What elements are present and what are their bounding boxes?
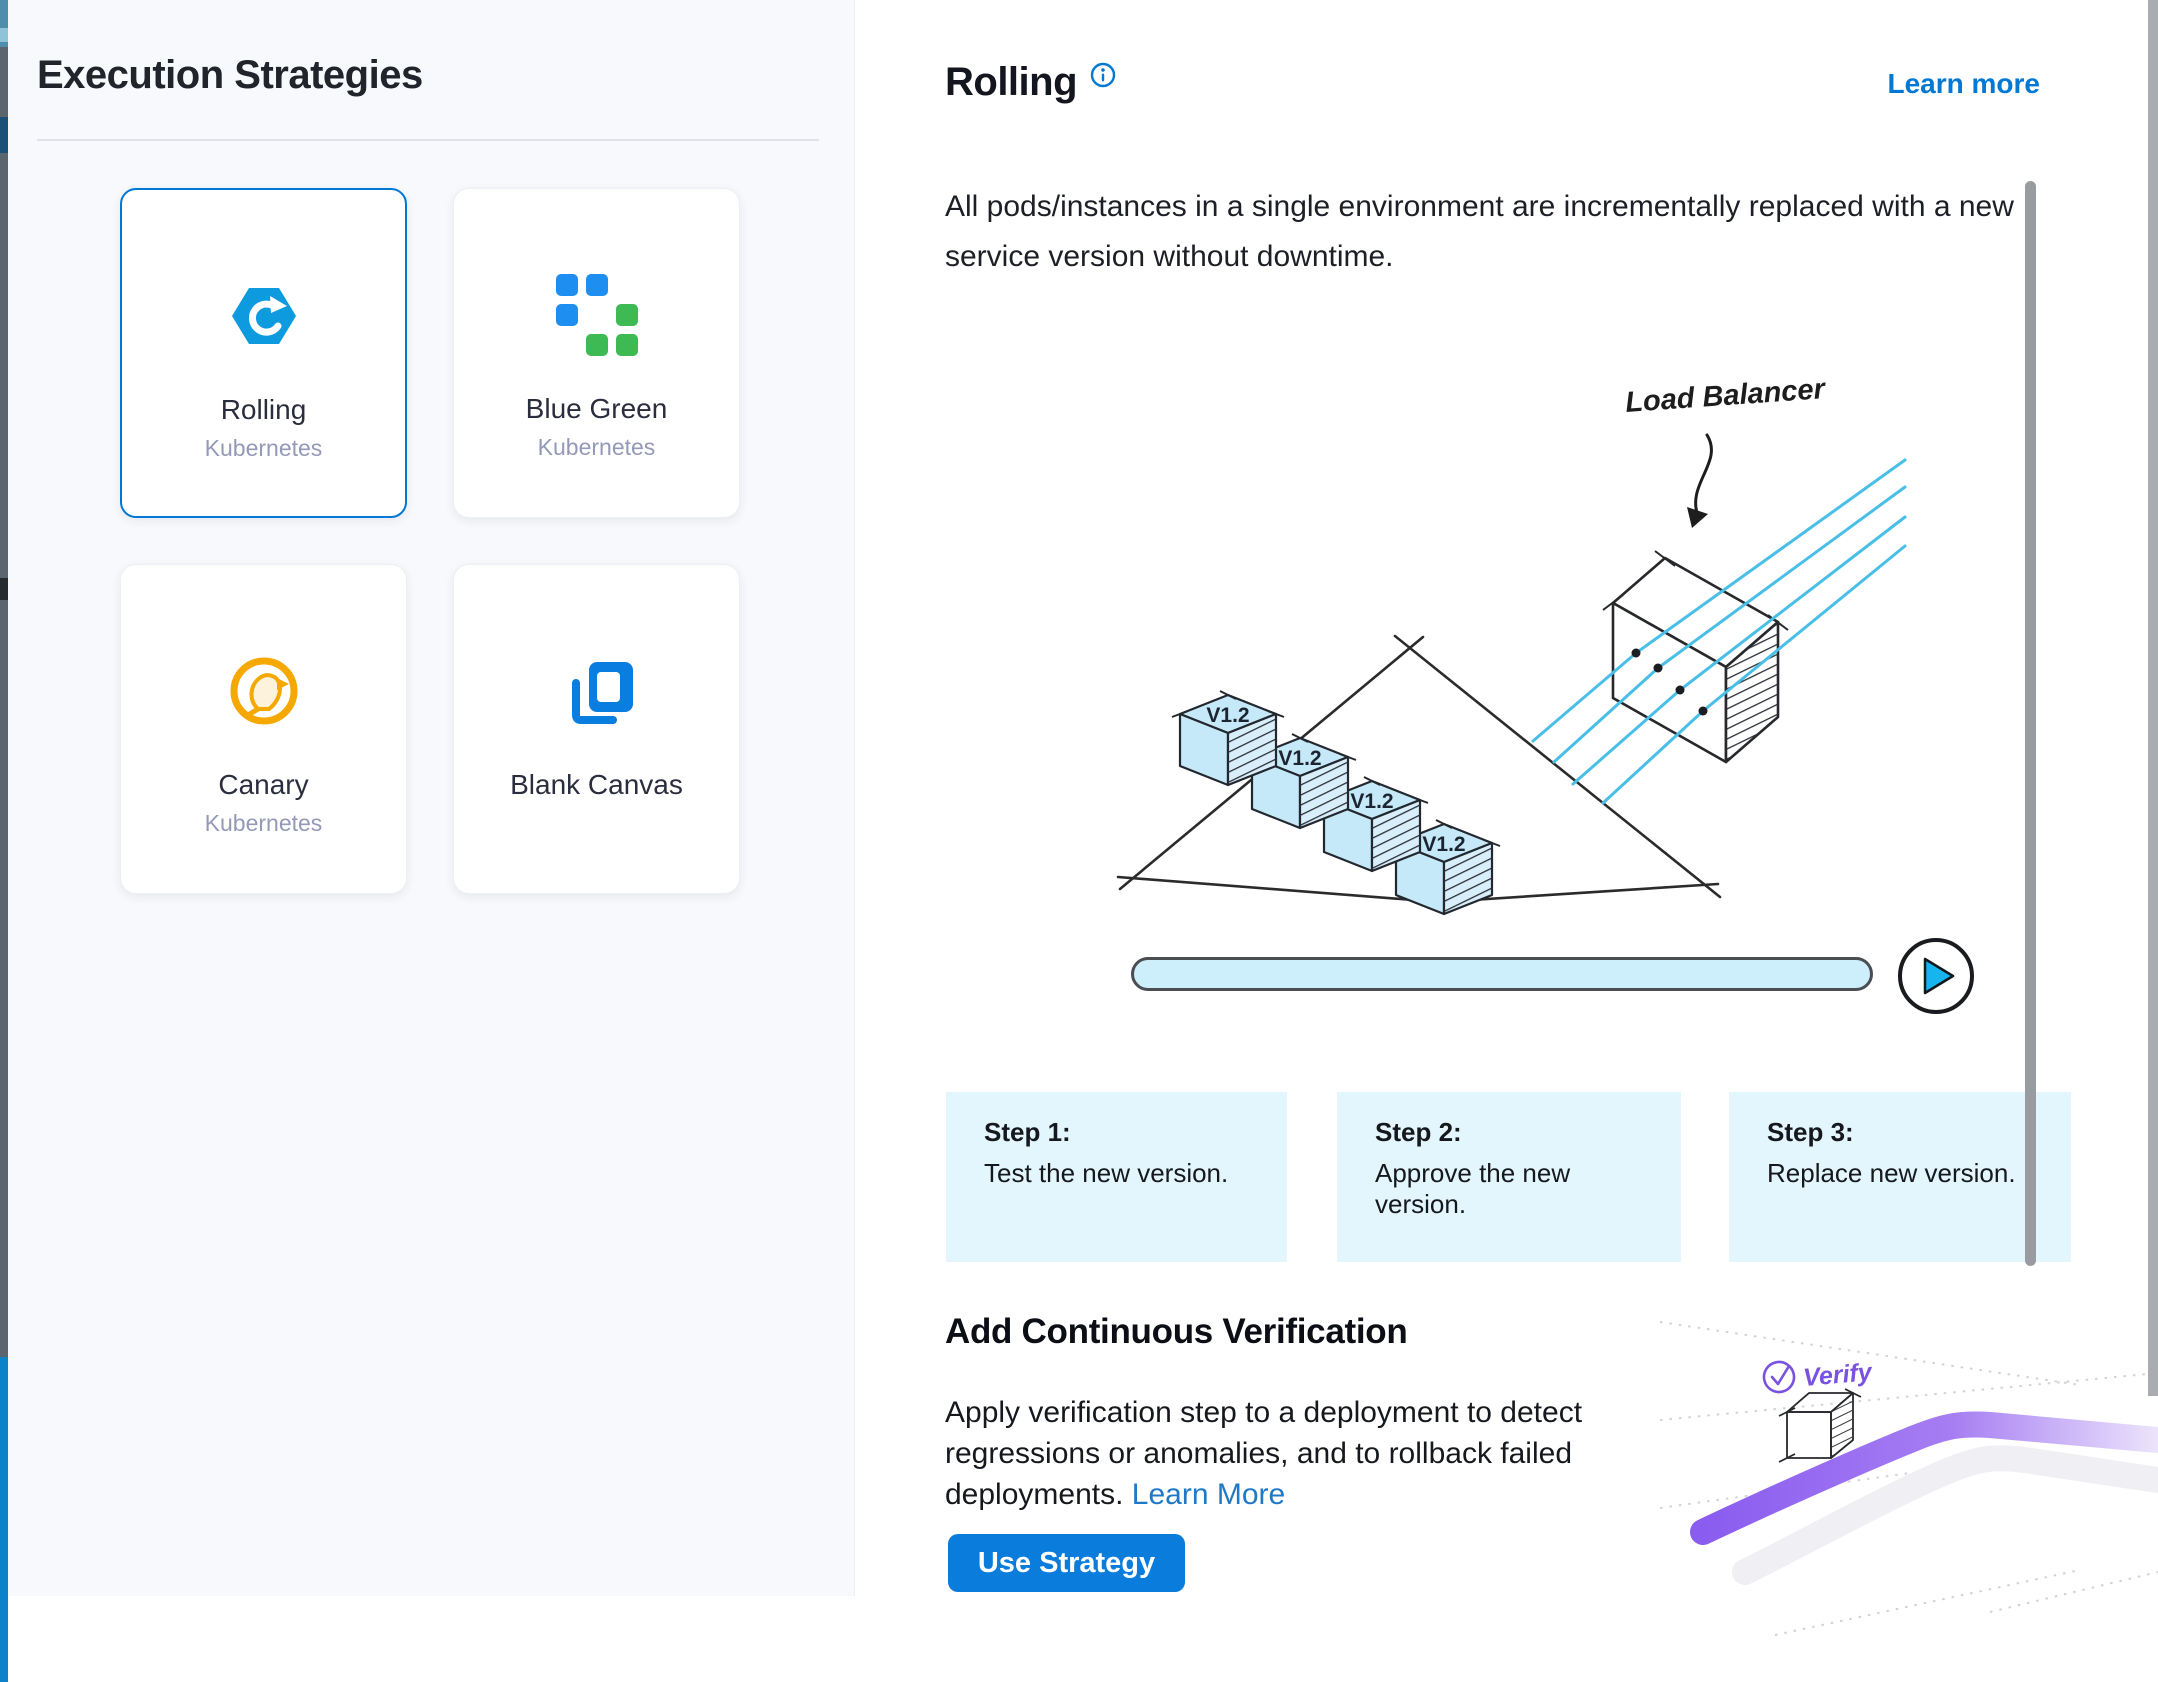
cv-learn-more-link[interactable]: Learn More: [1132, 1478, 1285, 1511]
background-app-nav-selected: [0, 117, 8, 153]
strategy-description: All pods/instances in a single environme…: [945, 182, 2063, 282]
step-title: Step 1:: [984, 1117, 1267, 1148]
verify-check-icon: [1761, 1359, 1797, 1395]
play-icon: [1923, 957, 1955, 995]
play-animation-button[interactable]: [1898, 938, 1974, 1014]
step-text: Test the new version.: [984, 1158, 1267, 1189]
info-icon[interactable]: [1090, 62, 1116, 93]
strategy-card-blank-canvas[interactable]: Blank Canvas: [453, 564, 740, 894]
cube-label: V1.2: [1422, 833, 1465, 856]
blue-green-strategy-icon: [556, 277, 638, 353]
background-app-sidebar: [0, 47, 8, 117]
use-strategy-button[interactable]: Use Strategy: [948, 1534, 1185, 1592]
step-title: Step 3:: [1767, 1117, 2051, 1148]
card-subtitle: Kubernetes: [205, 435, 323, 462]
step-card-3: Step 3: Replace new version.: [1729, 1092, 2071, 1262]
strategy-picker-panel: Execution Strategies Rolling Kubernetes: [8, 0, 855, 1596]
load-balancer-label: Load Balancer: [1624, 373, 1827, 419]
blank-canvas-strategy-icon: [559, 653, 635, 729]
strategy-details-panel: Rolling Learn more All pods/instances in…: [855, 0, 2158, 1682]
card-title: Blank Canvas: [510, 769, 683, 801]
cube-label: V1.2: [1206, 704, 1249, 727]
background-app-footer: [0, 1357, 8, 1682]
card-title: Canary: [218, 769, 308, 801]
details-header: Rolling Learn more: [945, 60, 2040, 105]
canary-strategy-icon: [227, 653, 301, 729]
window-scrollbar-thumb[interactable]: [2148, 0, 2158, 1396]
learn-more-link[interactable]: Learn more: [1888, 68, 2041, 100]
cube-label: V1.2: [1278, 747, 1321, 770]
continuous-verification-illustration: Verify: [1660, 1290, 2158, 1682]
rolling-strategy-icon: [228, 278, 300, 354]
strategy-card-canary[interactable]: Canary Kubernetes: [120, 564, 407, 894]
divider: [37, 139, 819, 141]
verify-label: Verify: [1802, 1358, 1874, 1392]
card-title: Rolling: [221, 394, 307, 426]
card-subtitle: Kubernetes: [538, 434, 656, 461]
step-text: Approve the new version.: [1375, 1158, 1661, 1220]
card-title: Blue Green: [526, 393, 668, 425]
card-subtitle: Kubernetes: [205, 810, 323, 837]
verify-cube-sketch: [1779, 1389, 1861, 1462]
cube-label: V1.2: [1350, 790, 1393, 813]
cv-section-heading: Add Continuous Verification: [945, 1312, 1407, 1352]
strategy-card-rolling[interactable]: Rolling Kubernetes: [120, 188, 407, 518]
step-text: Replace new version.: [1767, 1158, 2051, 1189]
execution-strategies-modal: Execution Strategies Rolling Kubernetes: [0, 0, 2158, 1682]
background-app-sidebar: [0, 153, 8, 1357]
animation-progress-bar[interactable]: [1131, 957, 1873, 991]
background-app-icon-fragment: [0, 578, 8, 600]
rolling-deployment-illustration: V1.2 V1.2 V1.2 V1.2: [1090, 338, 1910, 918]
step-title: Step 2:: [1375, 1117, 1661, 1148]
background-app-logo: [0, 28, 8, 42]
step-card-1: Step 1: Test the new version.: [946, 1092, 1287, 1262]
cv-description: Apply verification step to a deployment …: [945, 1392, 1593, 1515]
page-title: Execution Strategies: [37, 53, 423, 98]
step-card-2: Step 2: Approve the new version.: [1337, 1092, 1681, 1262]
strategy-title: Rolling: [945, 60, 1077, 105]
details-scrollbar-thumb[interactable]: [2025, 181, 2036, 1266]
annotation-arrow: [1696, 435, 1712, 516]
strategy-card-blue-green[interactable]: Blue Green Kubernetes: [453, 188, 740, 518]
